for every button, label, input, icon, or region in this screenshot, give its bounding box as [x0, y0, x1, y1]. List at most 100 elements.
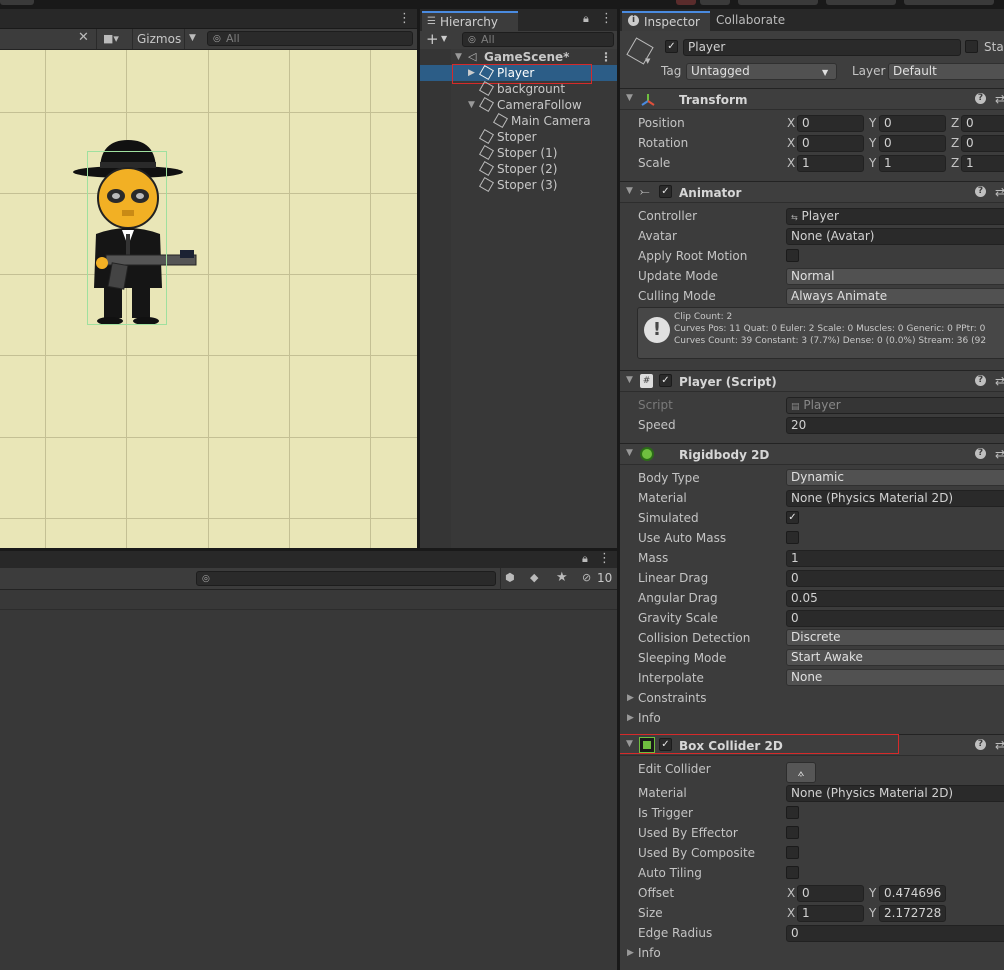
expand-arrow-icon[interactable]: ▼ [455, 49, 462, 65]
chevron-down-icon[interactable]: ▼ [645, 57, 650, 65]
expand-arrow-icon[interactable]: ▶ [627, 713, 634, 723]
toolbar-button[interactable] [904, 0, 994, 5]
scale-z-field[interactable]: 1 [961, 155, 1004, 172]
hierarchy-search-input[interactable]: ◎ All [462, 32, 614, 47]
project-search-input[interactable]: ◎ [196, 571, 496, 586]
tools-icon[interactable]: ✕ [78, 30, 89, 45]
list-item[interactable]: Stoper (2) [420, 160, 617, 177]
toolbar-button[interactable] [0, 0, 34, 5]
filter-by-type-icon[interactable]: ⬢ [505, 571, 515, 584]
toolbar-button[interactable] [700, 0, 730, 5]
script-enabled-checkbox[interactable]: ✓ [659, 374, 672, 387]
edit-collider-button[interactable]: ⟑ [786, 762, 816, 783]
help-icon[interactable]: ? [975, 448, 986, 459]
layer-dropdown[interactable]: Default [888, 63, 1004, 80]
collider-info-foldout[interactable]: Info [638, 946, 661, 960]
constraints-foldout[interactable]: Constraints [638, 691, 706, 705]
linear-drag-field[interactable]: 0 [786, 570, 1004, 587]
scale-x-field[interactable]: 1 [797, 155, 864, 172]
help-icon[interactable]: ? [975, 739, 986, 750]
expand-arrow-icon[interactable]: ▼ [626, 186, 633, 196]
animator-enabled-checkbox[interactable]: ✓ [659, 185, 672, 198]
list-item[interactable]: Stoper [420, 128, 617, 145]
position-y-field[interactable]: 0 [879, 115, 946, 132]
star-icon[interactable]: ★ [556, 570, 568, 585]
material-field[interactable]: None (Physics Material 2D) [786, 490, 1004, 507]
sleeping-mode-dropdown[interactable]: Start Awake [786, 649, 1004, 666]
collision-detection-dropdown[interactable]: Discrete [786, 629, 1004, 646]
simulated-checkbox[interactable]: ✓ [786, 511, 799, 524]
tag-dropdown[interactable]: Untagged ▼ [686, 63, 837, 80]
help-icon[interactable]: ? [975, 93, 986, 104]
rigidbody2d-header[interactable]: ▼ Rigidbody 2D ? ⇄ [620, 443, 1004, 465]
position-z-field[interactable]: 0 [961, 115, 1004, 132]
offset-x-field[interactable]: 0 [797, 885, 864, 902]
gravity-scale-field[interactable]: 0 [786, 610, 1004, 627]
auto-tiling-checkbox[interactable] [786, 866, 799, 879]
update-mode-dropdown[interactable]: Normal [786, 268, 1004, 285]
list-item[interactable]: Stoper (3) [420, 176, 617, 193]
apply-root-motion-checkbox[interactable] [786, 249, 799, 262]
toolbar-button[interactable] [738, 0, 818, 5]
player-script-header[interactable]: ▼ # ✓ Player (Script) ? ⇄ [620, 370, 1004, 392]
use-auto-mass-checkbox[interactable] [786, 531, 799, 544]
rotation-x-field[interactable]: 0 [797, 135, 864, 152]
list-item[interactable]: Main Camera [420, 112, 617, 129]
size-x-field[interactable]: 1 [797, 905, 864, 922]
hidden-eye-icon[interactable]: ⊘ [582, 571, 591, 584]
lock-icon[interactable]: 🔒︎ [583, 12, 589, 26]
body-type-dropdown[interactable]: Dynamic [786, 469, 1004, 486]
chevron-down-icon[interactable]: ▼ [441, 34, 447, 43]
expand-arrow-icon[interactable]: ▶ [627, 948, 634, 958]
rotation-z-field[interactable]: 0 [961, 135, 1004, 152]
toolbar-button[interactable] [826, 0, 896, 5]
tab-hierarchy[interactable]: ☰ Hierarchy [422, 11, 518, 31]
object-name-field[interactable]: Player [683, 39, 961, 56]
angular-drag-field[interactable]: 0.05 [786, 590, 1004, 607]
expand-arrow-icon[interactable]: ▶ [627, 693, 634, 703]
static-checkbox[interactable] [965, 40, 978, 53]
mass-field[interactable]: 1 [786, 550, 1004, 567]
tab-inspector[interactable]: i Inspector [622, 11, 710, 31]
rotation-y-field[interactable]: 0 [879, 135, 946, 152]
label-tag-icon[interactable]: ◆ [530, 571, 538, 584]
controller-field[interactable]: ⇆ Player [786, 208, 1004, 225]
kebab-menu-icon[interactable]: ⋮ [398, 11, 411, 26]
collider-material-field[interactable]: None (Physics Material 2D) [786, 785, 1004, 802]
expand-arrow-icon[interactable]: ▼ [626, 375, 633, 385]
culling-mode-dropdown[interactable]: Always Animate [786, 288, 1004, 305]
scene-root-item[interactable]: ▼ ◁ GameScene* ⋮ [420, 49, 617, 65]
settings-icon[interactable]: ⇄ [995, 447, 1004, 461]
active-checkbox[interactable]: ✓ [665, 40, 678, 53]
list-item[interactable]: Stoper (1) [420, 144, 617, 161]
settings-icon[interactable]: ⇄ [995, 92, 1004, 106]
lock-icon[interactable]: 🔒︎ [582, 552, 588, 566]
help-icon[interactable]: ? [975, 375, 986, 386]
settings-icon[interactable]: ⇄ [995, 738, 1004, 752]
tab-collaborate[interactable]: Collaborate [716, 13, 785, 27]
list-item[interactable]: backgrount [420, 80, 617, 97]
offset-y-field[interactable]: 0.474696 [879, 885, 946, 902]
expand-arrow-icon[interactable]: ▼ [468, 97, 475, 113]
camera-icon[interactable]: ■▾ [103, 32, 119, 45]
edge-radius-field[interactable]: 0 [786, 925, 1004, 942]
animator-header[interactable]: ▼ ⤚ ✓ Animator ? ⇄ [620, 181, 1004, 203]
size-y-field[interactable]: 2.172728 [879, 905, 946, 922]
scale-y-field[interactable]: 1 [879, 155, 946, 172]
used-by-composite-checkbox[interactable] [786, 846, 799, 859]
gizmos-dropdown-icon[interactable]: ▼ [184, 29, 202, 49]
expand-arrow-icon[interactable]: ▼ [626, 448, 633, 458]
scene-search-input[interactable]: ◎ All [207, 31, 413, 46]
kebab-menu-icon[interactable]: ⋮ [600, 11, 613, 26]
settings-icon[interactable]: ⇄ [995, 185, 1004, 199]
list-item[interactable]: ▼ CameraFollow [420, 96, 617, 113]
toolbar-button[interactable] [676, 0, 696, 5]
interpolate-dropdown[interactable]: None [786, 669, 1004, 686]
help-icon[interactable]: ? [975, 186, 986, 197]
transform-header[interactable]: ▼ Transform ? ⇄ [620, 88, 1004, 110]
rigidbody-info-foldout[interactable]: Info [638, 711, 661, 725]
position-x-field[interactable]: 0 [797, 115, 864, 132]
kebab-menu-icon[interactable]: ⋮ [600, 49, 612, 65]
is-trigger-checkbox[interactable] [786, 806, 799, 819]
avatar-field[interactable]: None (Avatar) [786, 228, 1004, 245]
